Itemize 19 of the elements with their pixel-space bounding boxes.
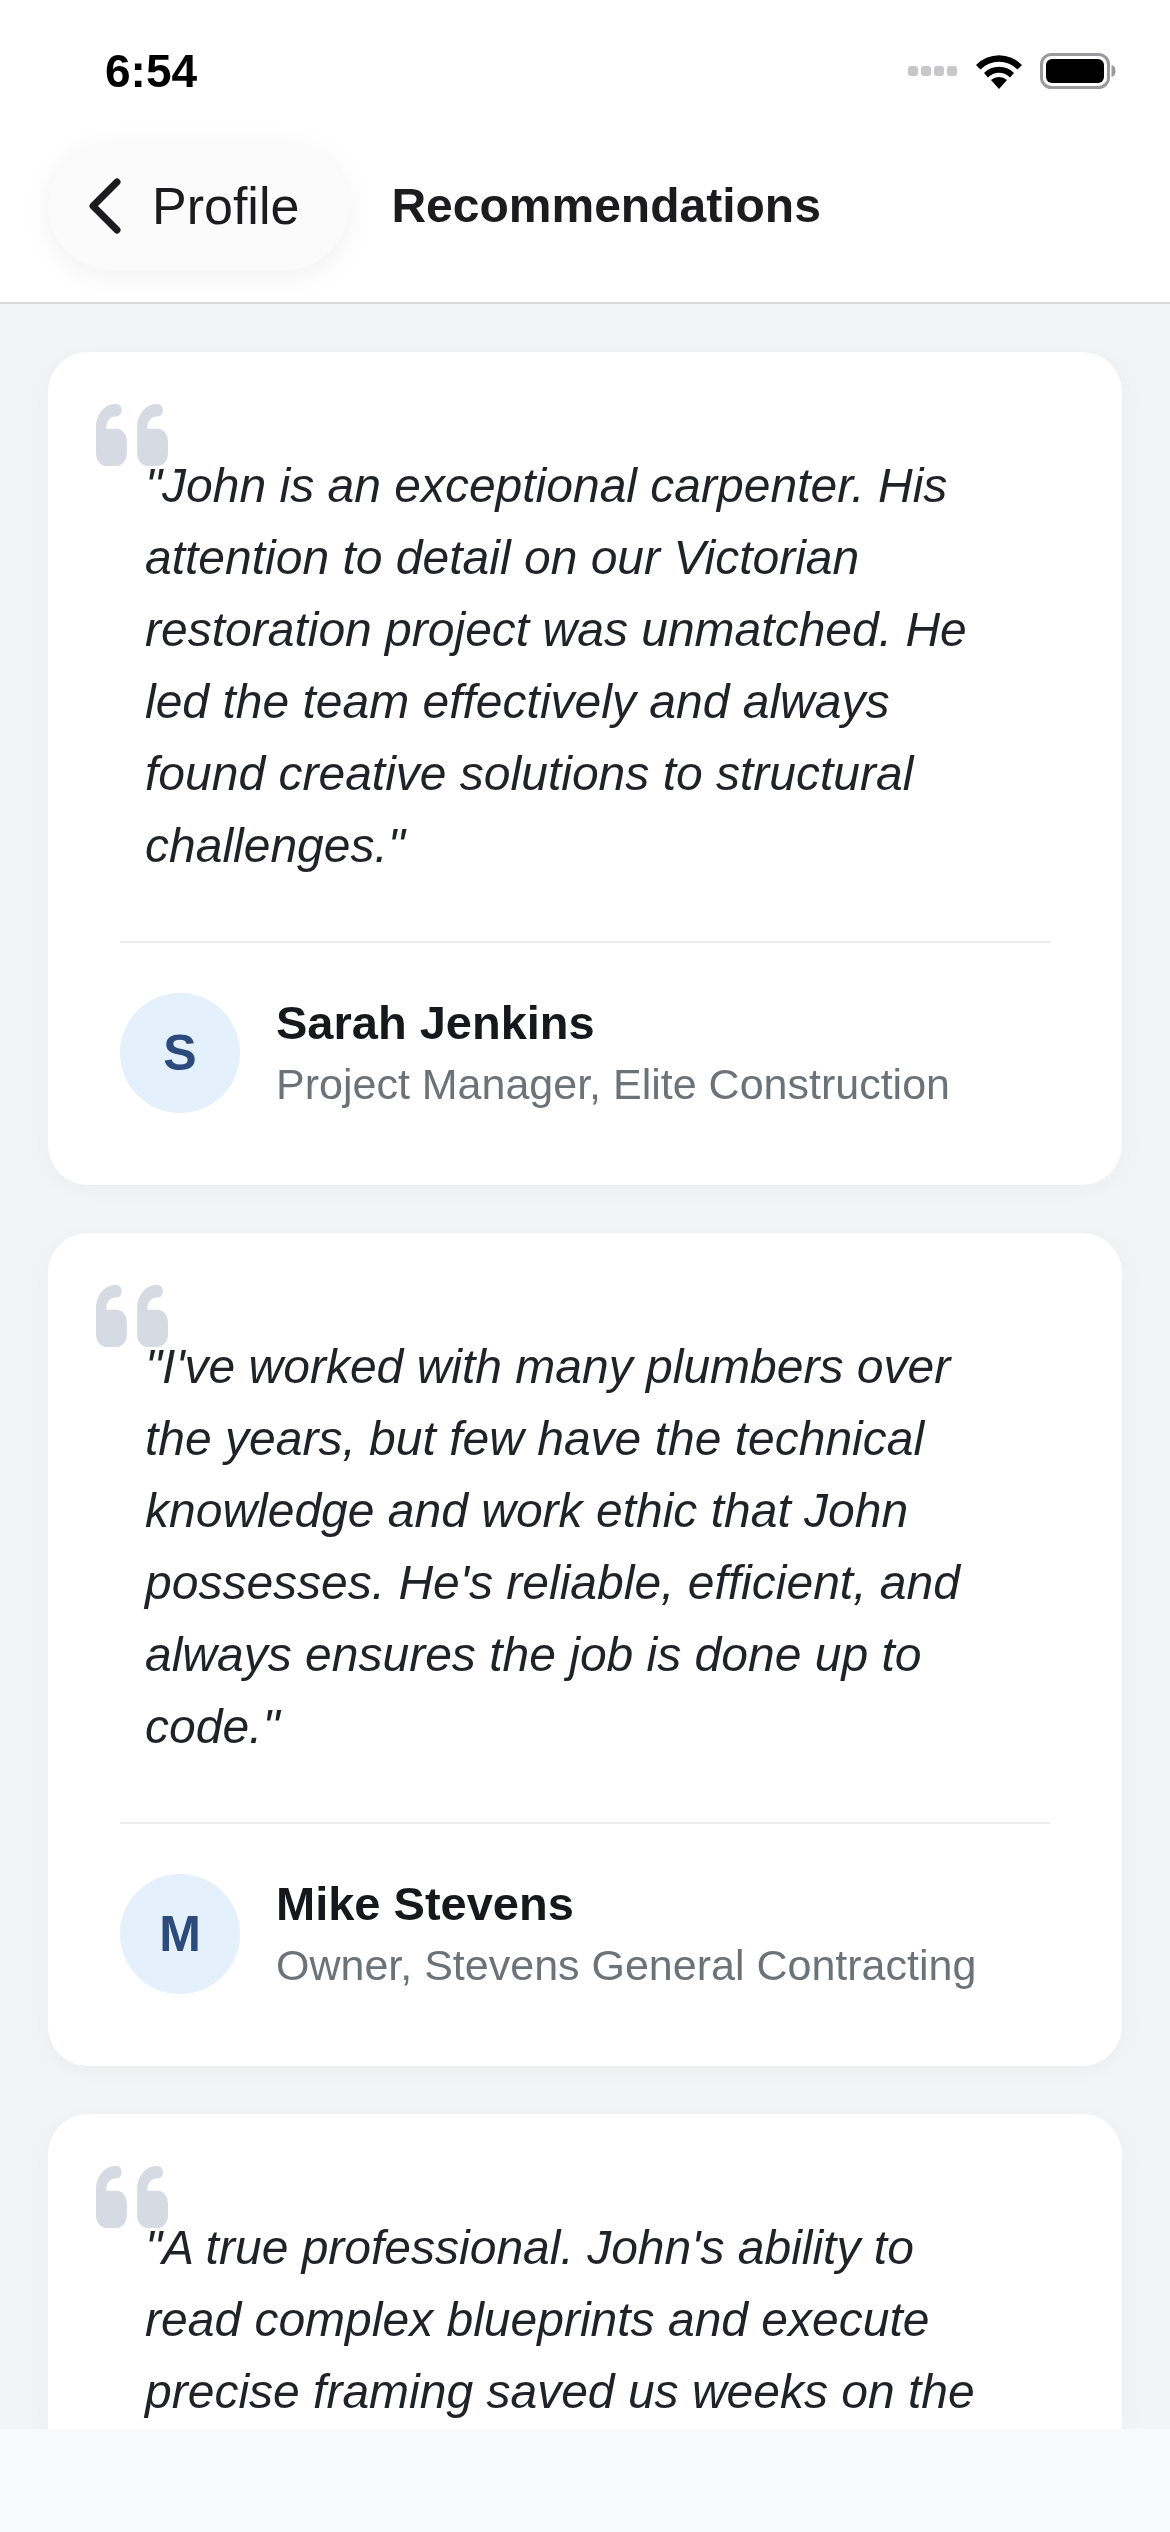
wifi-icon	[974, 53, 1024, 89]
quote-text: "I've worked with many plumbers over the years, but few have the technical knowledge and work ethic that John possesses. He's reliable, efficient, and always ensures the job is done up to code."	[145, 1339, 962, 1755]
quote-text: "A true professional. John's ability to read complex blueprints and execute precise framing saved us weeks on the	[145, 2220, 976, 2420]
author-name: Sarah Jenkins	[276, 999, 596, 1047]
quote-text: "John is an exceptional carpenter. His attention to detail on our Victorian restoration project was unmatched. He led the team effectively and always found creative solutions to structural challenges."	[145, 458, 968, 874]
avatar-initial: S	[120, 993, 240, 1113]
quote-mark-icon	[96, 2166, 168, 2228]
signal-icon	[908, 64, 958, 78]
author-role: Project Manager, Elite Construction	[276, 1061, 950, 1107]
status-time: 6:54	[105, 48, 198, 94]
battery-icon	[1040, 53, 1116, 89]
avatar-initial: M	[120, 1874, 240, 1994]
back-button[interactable]: Profile	[48, 142, 350, 270]
quote-mark-icon	[96, 404, 168, 466]
page-title: Recommendations	[391, 182, 821, 230]
chevron-left-icon	[88, 178, 122, 234]
author-name: Mike Stevens	[276, 1880, 575, 1928]
quote-mark-icon	[96, 1285, 168, 1347]
author-role: Owner, Stevens General Contracting	[276, 1942, 977, 1988]
